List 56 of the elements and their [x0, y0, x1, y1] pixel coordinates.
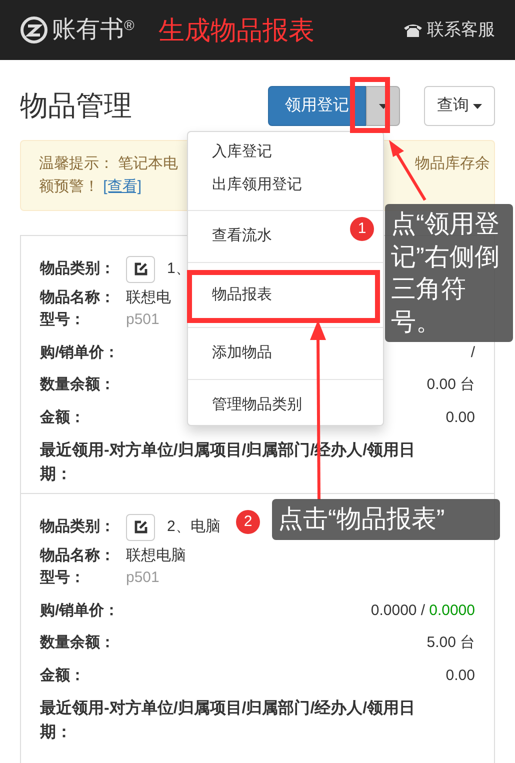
field-label: 数量余额： — [40, 633, 116, 653]
field-label: 物品名称： — [40, 288, 116, 308]
edit-icon — [134, 262, 148, 276]
field-value: 1、 — [167, 258, 190, 279]
price-value: 0.0000 — [429, 600, 475, 620]
annotation-title: 生成物品报表 — [158, 14, 314, 46]
notice-text: 额预警！ — [39, 178, 99, 196]
field-value: p501 — [126, 568, 160, 588]
view-link[interactable]: [查看] — [103, 178, 142, 196]
callout-text: 点击“物品报表” — [272, 499, 500, 540]
price-value: 0.0000 / — [370, 600, 426, 620]
phone-icon — [403, 22, 423, 38]
menu-item[interactable]: 查看流水 — [188, 220, 296, 252]
logo-icon — [20, 16, 48, 44]
menu-item[interactable]: 物品报表 — [188, 272, 296, 318]
unit-label: 台 — [460, 375, 475, 395]
field-label: 型号： — [40, 568, 86, 588]
menu-item[interactable]: 添加物品 — [188, 337, 296, 370]
edit-button[interactable] — [126, 514, 155, 540]
callout-text: 点“领用登记”右侧倒三角符号。 — [385, 204, 513, 342]
field-label: 数量余额： — [40, 375, 116, 395]
quantity-value: 5.00 — [426, 633, 456, 653]
field-value: 2、电脑 — [167, 516, 220, 537]
highlight-frame — [350, 77, 390, 133]
menu-item[interactable]: 管理物品类别 — [188, 388, 326, 421]
caret-icon — [378, 104, 388, 108]
field-label: 物品名称： — [40, 546, 116, 566]
brand-name[interactable]: 账有书$^{®}$ — [52, 12, 134, 48]
field-value: 联想电脑 — [126, 546, 186, 566]
field-label: 购/销单价： — [40, 600, 120, 620]
page-title: 物品管理 — [20, 89, 132, 123]
notice-text: 物品库存余 — [415, 154, 490, 174]
caret-icon — [473, 104, 482, 108]
support-link[interactable]: 联系客服 — [427, 17, 495, 43]
price-value: / — [470, 342, 475, 362]
field-label: 最近领用-对方单位/归属项目/归属部门/经办人/领用日期： — [40, 698, 416, 743]
field-label: 物品类别： — [40, 516, 116, 537]
unit-label: 台 — [460, 633, 475, 653]
field-label: 购/销单价： — [40, 342, 120, 362]
field-label: 金额： — [40, 666, 86, 686]
quantity-value: 0.00 — [426, 375, 456, 395]
step-badge: 2 — [236, 510, 260, 534]
field-label: 型号： — [40, 310, 86, 330]
edit-button[interactable] — [126, 256, 155, 282]
amount-value: 0.00 — [446, 408, 475, 428]
menu-item[interactable]: 出库领用登记 — [188, 168, 326, 201]
field-value: 联想电 — [126, 288, 171, 308]
field-label: 物品类别： — [40, 258, 116, 279]
register-button[interactable]: 领用登记 — [268, 86, 366, 126]
query-button[interactable]: 查询 — [424, 86, 495, 126]
edit-icon — [134, 520, 148, 534]
field-value: p501 — [126, 310, 160, 330]
amount-value: 0.00 — [446, 666, 475, 686]
notice-text: 温馨提示： 笔记本电 — [39, 154, 178, 174]
field-label: 金额： — [40, 408, 86, 428]
menu-item[interactable]: 入库登记 — [188, 136, 296, 168]
